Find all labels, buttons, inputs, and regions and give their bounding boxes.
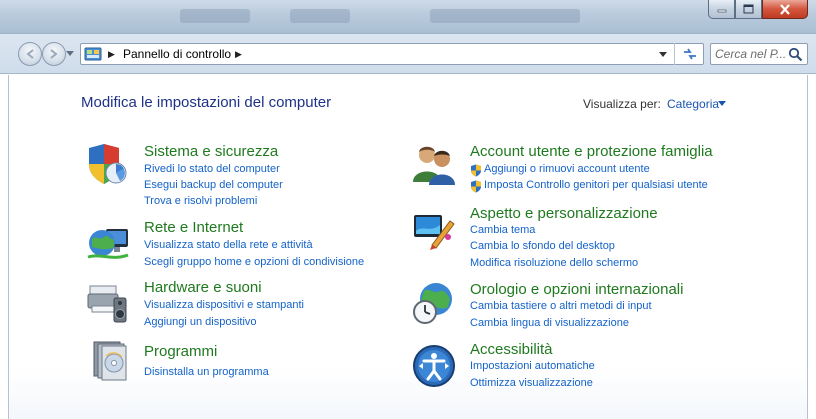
minimize-button[interactable] [708, 0, 735, 19]
breadcrumb-separator-icon[interactable]: ▶ [108, 49, 115, 60]
clock-region-icon[interactable] [412, 281, 456, 325]
link-change-display-language[interactable]: Cambia lingua di visualizzazione [470, 317, 629, 329]
address-bar[interactable]: ▶ Pannello di controllo ▶ [80, 43, 704, 65]
link-add-remove-accounts[interactable]: Aggiungi o rimuovi account utente [470, 163, 650, 177]
recent-pages-dropdown-icon[interactable] [66, 51, 74, 57]
programs-icon[interactable] [86, 340, 130, 384]
accessibility-icon[interactable] [412, 344, 456, 388]
appearance-icon[interactable] [412, 207, 456, 251]
link-add-remove-accounts-text[interactable]: Aggiungi o rimuovi account utente [484, 163, 650, 175]
refresh-button[interactable] [674, 43, 704, 65]
refresh-icon [683, 48, 696, 60]
link-troubleshoot[interactable]: Trova e risolvi problemi [144, 195, 257, 207]
link-parental-controls[interactable]: Imposta Controllo genitori per qualsiasi… [470, 179, 708, 193]
maximize-button[interactable] [735, 0, 762, 19]
link-parental-controls-text[interactable]: Imposta Controllo genitori per qualsiasi… [484, 179, 708, 191]
uac-shield-icon [471, 164, 481, 177]
system-security-icon[interactable] [86, 142, 130, 186]
forward-arrow-icon [50, 49, 58, 59]
navigation-bar: ▶ Pannello di controllo ▶ [0, 34, 816, 74]
window-titlebar[interactable] [0, 0, 816, 34]
minimize-icon [717, 9, 726, 13]
link-homegroup-sharing[interactable]: Scegli gruppo home e opzioni di condivis… [144, 256, 364, 268]
titlebar-blur [430, 9, 580, 23]
category-title-programs[interactable]: Programmi [144, 343, 217, 360]
uac-shield-icon [471, 180, 481, 193]
link-backup-computer[interactable]: Esegui backup del computer [144, 179, 283, 191]
page-title: Modifica le impostazioni del computer [81, 94, 332, 111]
link-adjust-resolution[interactable]: Modifica risoluzione dello schermo [470, 257, 638, 269]
link-change-theme[interactable]: Cambia tema [470, 224, 535, 236]
titlebar-blur [180, 9, 250, 23]
close-icon [780, 3, 790, 15]
link-view-devices-printers[interactable]: Visualizza dispositivi e stampanti [144, 299, 304, 311]
category-title-system-security[interactable]: Sistema e sicurezza [144, 143, 278, 160]
link-change-desktop-background[interactable]: Cambia lo sfondo del desktop [470, 240, 615, 252]
control-panel-icon [84, 47, 102, 61]
view-by-label: Visualizza per: [583, 97, 661, 111]
window-controls [708, 0, 808, 19]
link-change-keyboards[interactable]: Cambia tastiere o altri metodi di input [470, 300, 652, 312]
breadcrumb-separator-icon[interactable]: ▶ [235, 49, 242, 60]
forward-button[interactable] [42, 42, 66, 66]
maximize-icon [743, 4, 754, 14]
back-arrow-icon [26, 49, 34, 59]
hardware-sound-icon[interactable] [86, 280, 130, 324]
link-add-device[interactable]: Aggiungi un dispositivo [144, 316, 257, 328]
search-icon[interactable] [788, 47, 803, 62]
category-title-network-internet[interactable]: Rete e Internet [144, 219, 243, 236]
link-uninstall-program[interactable]: Disinstalla un programma [144, 366, 269, 378]
view-by-dropdown[interactable]: Categoria [667, 97, 719, 111]
titlebar-blur [290, 9, 350, 23]
category-title-user-accounts[interactable]: Account utente e protezione famiglia [470, 143, 713, 160]
category-title-clock-region[interactable]: Orologio e opzioni internazionali [470, 281, 683, 298]
category-title-accessibility[interactable]: Accessibilità [470, 341, 553, 358]
search-input[interactable] [715, 46, 785, 62]
link-review-computer-status[interactable]: Rivedi lo stato del computer [144, 163, 280, 175]
view-by-chevron-down-icon[interactable] [718, 101, 726, 106]
close-button[interactable] [762, 0, 808, 19]
user-accounts-icon[interactable] [412, 142, 456, 186]
category-title-hardware-sound[interactable]: Hardware e suoni [144, 279, 262, 296]
breadcrumb-control-panel[interactable]: Pannello di controllo [123, 47, 231, 61]
network-internet-icon[interactable] [86, 219, 130, 263]
link-optimize-display[interactable]: Ottimizza visualizzazione [470, 377, 593, 389]
back-button[interactable] [18, 42, 42, 66]
address-dropdown-icon[interactable] [659, 52, 667, 58]
link-view-network-status[interactable]: Visualizza stato della rete e attività [144, 239, 313, 251]
category-title-appearance[interactable]: Aspetto e personalizzazione [470, 205, 658, 222]
search-box[interactable] [710, 43, 808, 65]
link-automatic-settings[interactable]: Impostazioni automatiche [470, 360, 595, 372]
